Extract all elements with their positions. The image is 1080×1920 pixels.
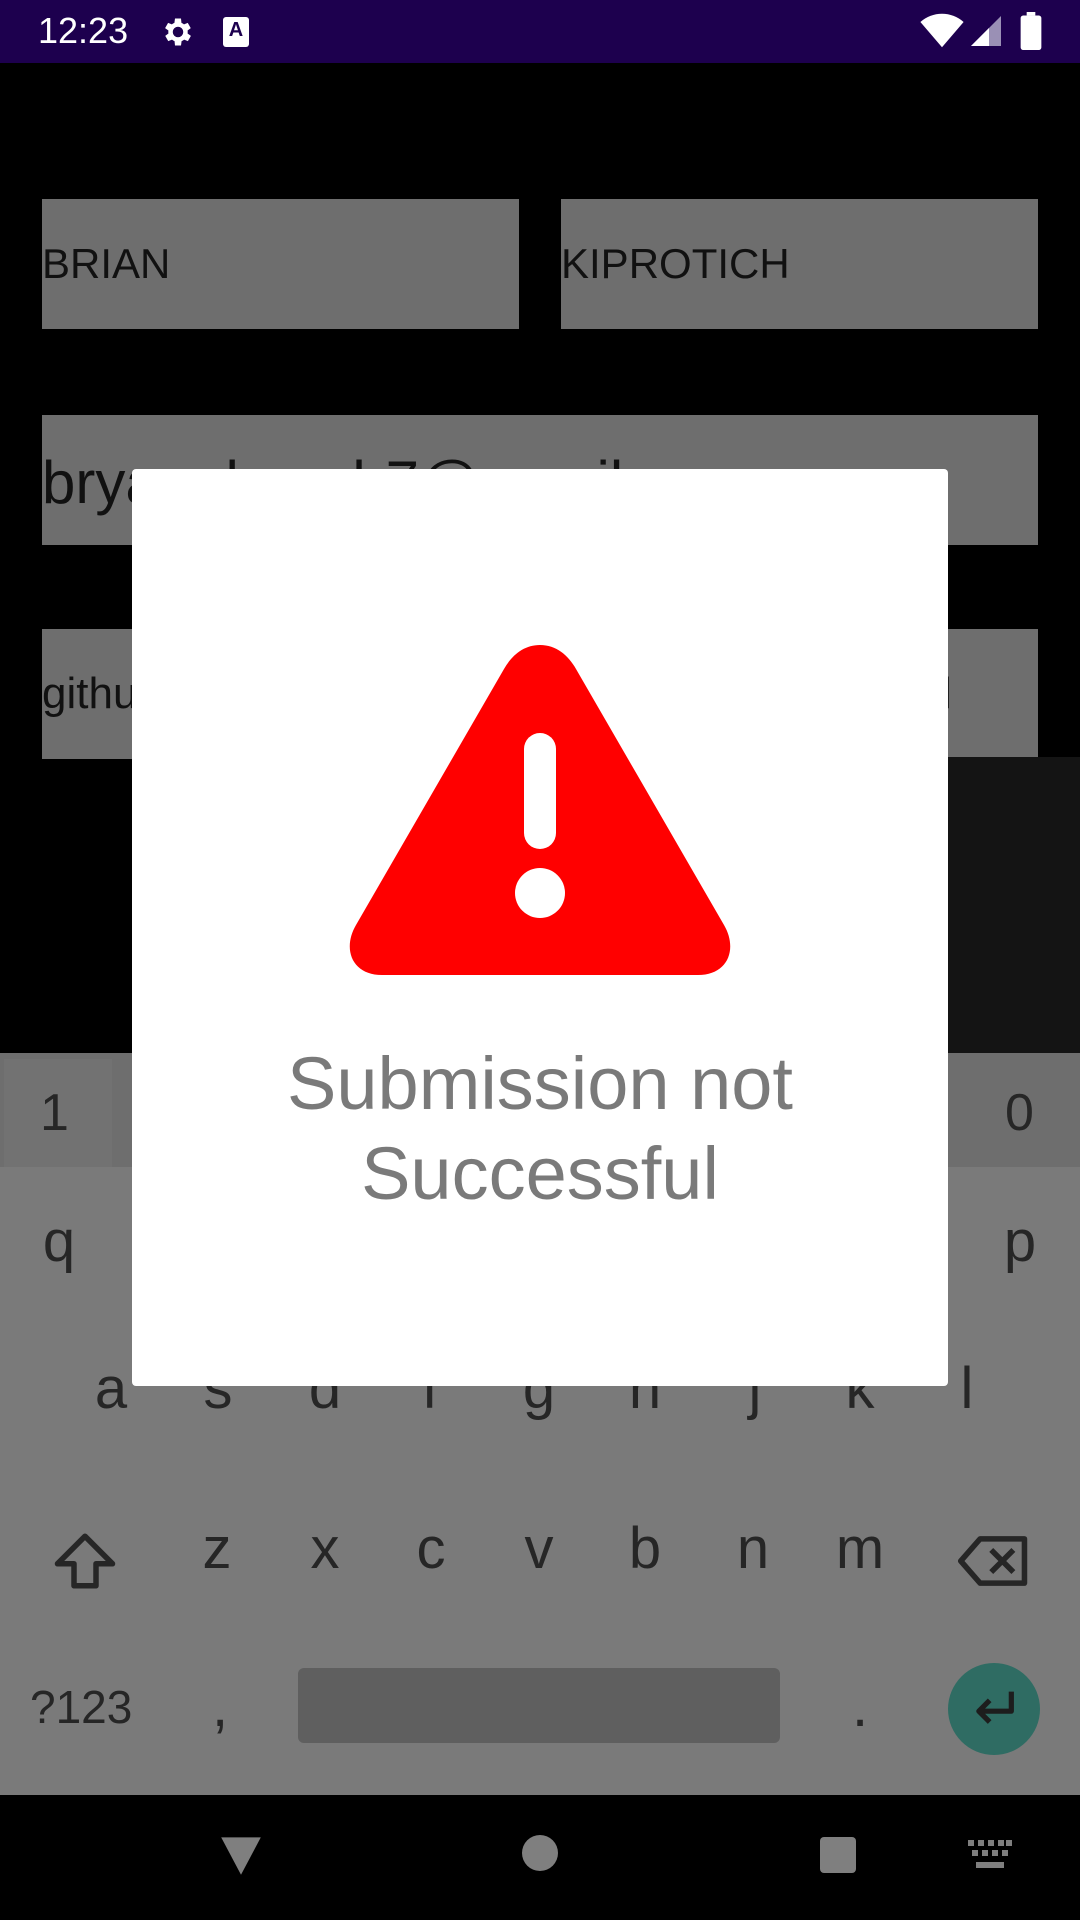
dialog-message-line-1: Submission not	[287, 1042, 793, 1125]
comma-key[interactable]: ,	[175, 1673, 265, 1740]
last-name-field[interactable]: KIPROTICH	[561, 199, 1038, 329]
status-time: 12:23	[38, 10, 129, 51]
key-b[interactable]: b	[600, 1515, 690, 1582]
dialog-message-line-2: Successful	[361, 1132, 719, 1215]
keyboard-switch-icon[interactable]	[968, 1840, 1012, 1870]
back-icon[interactable]	[218, 1833, 264, 1877]
key-q[interactable]: q	[14, 1208, 104, 1275]
signal-icon	[971, 16, 1001, 46]
a-icon: A	[223, 17, 249, 47]
key-c[interactable]: c	[386, 1515, 476, 1582]
gear-icon	[165, 18, 191, 46]
shift-icon[interactable]	[52, 1530, 118, 1592]
first-name-field[interactable]: BRIAN	[42, 199, 519, 329]
wifi-icon	[920, 13, 964, 48]
battery-icon	[1020, 12, 1042, 50]
key-0[interactable]: 0	[1005, 1083, 1034, 1143]
key-z[interactable]: z	[172, 1515, 262, 1582]
status-bar: 12:23 A	[0, 0, 1080, 63]
dialog-message: Submission not Successful	[132, 1039, 948, 1219]
home-icon[interactable]	[520, 1833, 560, 1873]
key-v[interactable]: v	[494, 1515, 584, 1582]
enter-key[interactable]	[948, 1663, 1040, 1755]
navigation-bar	[0, 1795, 1080, 1920]
key-1[interactable]: 1	[40, 1083, 69, 1143]
key-m[interactable]: m	[815, 1515, 905, 1582]
recents-icon[interactable]	[818, 1835, 858, 1875]
submission-error-dialog[interactable]: Submission not Successful	[132, 469, 948, 1386]
backspace-icon[interactable]	[958, 1533, 1030, 1589]
warning-icon	[349, 645, 731, 975]
key-x[interactable]: x	[280, 1515, 370, 1582]
key-p[interactable]: p	[975, 1208, 1065, 1275]
enter-icon	[976, 1691, 1014, 1724]
symbols-key[interactable]: ?123	[30, 1680, 132, 1734]
period-key[interactable]: .	[815, 1673, 905, 1740]
space-bar[interactable]	[298, 1668, 780, 1743]
github-field-text-left: githu	[42, 669, 138, 718]
key-n[interactable]: n	[708, 1515, 798, 1582]
